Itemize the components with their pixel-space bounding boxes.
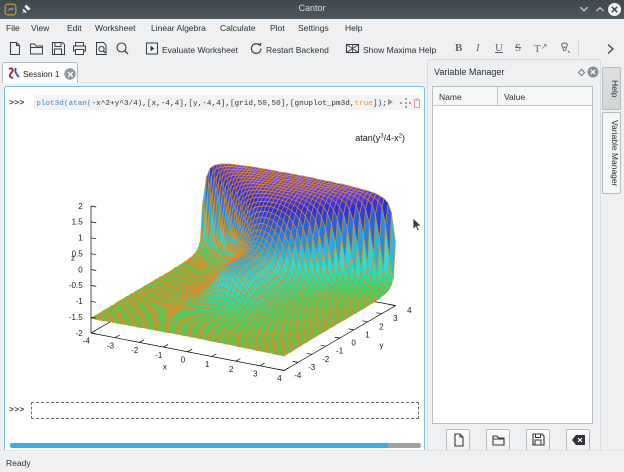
svg-text:-0.5: -0.5 <box>69 281 83 290</box>
svg-text:0: 0 <box>181 356 186 365</box>
svg-text:-2: -2 <box>76 329 84 338</box>
svg-text:4: 4 <box>277 374 282 383</box>
svg-text:-1: -1 <box>76 297 84 306</box>
svg-text:-4: -4 <box>294 371 302 380</box>
svg-text:-2: -2 <box>131 346 139 355</box>
svg-text:0: 0 <box>78 265 83 274</box>
svg-text:-1.5: -1.5 <box>69 313 83 322</box>
svg-text:1: 1 <box>78 234 83 243</box>
svg-text:2: 2 <box>379 322 384 331</box>
svg-text:-1: -1 <box>155 351 163 360</box>
svg-text:atan(y3/4-x2): atan(y3/4-x2) <box>355 133 405 143</box>
svg-text:3: 3 <box>253 370 258 379</box>
svg-text:1: 1 <box>365 330 370 339</box>
svg-text:-3: -3 <box>308 363 316 372</box>
svg-text:1.5: 1.5 <box>72 218 84 227</box>
svg-text:-1: -1 <box>336 347 344 356</box>
svg-text:z: z <box>71 254 75 263</box>
svg-text:x: x <box>163 363 167 372</box>
svg-text:2: 2 <box>229 365 234 374</box>
svg-text:-2: -2 <box>322 355 330 364</box>
svg-text:y: y <box>380 341 384 350</box>
svg-text:3: 3 <box>393 314 398 323</box>
svg-text:-4: -4 <box>83 337 91 346</box>
svg-text:2: 2 <box>78 202 83 211</box>
svg-text:1: 1 <box>205 360 210 369</box>
svg-text:0: 0 <box>351 339 356 348</box>
svg-text:-3: -3 <box>107 341 115 350</box>
svg-text:4: 4 <box>407 306 412 315</box>
